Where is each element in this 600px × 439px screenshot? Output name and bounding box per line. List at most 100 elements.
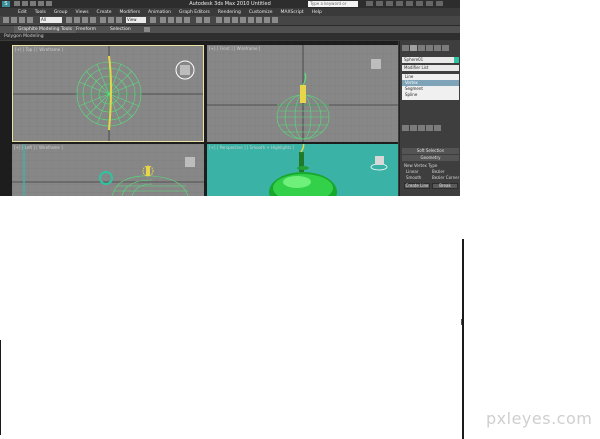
menu-views[interactable]: Views [76, 10, 89, 15]
minimize-icon[interactable] [416, 1, 423, 6]
object-color-swatch[interactable] [454, 57, 459, 63]
radio-bezier-corner[interactable]: Bezier Corner [432, 175, 459, 180]
communication-icon[interactable] [386, 1, 393, 6]
object-name-field[interactable]: Sphere01 [402, 57, 459, 63]
geometry-rollout[interactable]: Geometry [402, 155, 459, 161]
menu-animation[interactable]: Animation [148, 10, 171, 15]
ribbon-options-icon[interactable] [144, 27, 150, 32]
subscription-icon[interactable] [376, 1, 383, 6]
tab-selection[interactable]: Selection [110, 26, 131, 33]
left-edge-line [0, 340, 1, 435]
close-icon[interactable] [436, 1, 443, 6]
viewport-area: [+] [ Top ] [ Wireframe ] [+] [Front] … [0, 41, 398, 196]
radio-smooth[interactable]: Smooth [406, 175, 421, 180]
show-end-result-icon[interactable] [410, 125, 417, 131]
scrollbar-track [462, 239, 464, 439]
break-button[interactable]: Break [432, 183, 458, 189]
menu-tools[interactable]: Tools [35, 10, 46, 15]
maximize-icon[interactable] [426, 1, 433, 6]
snap-icon[interactable] [168, 17, 174, 23]
viewport-front-label[interactable]: [+] [ Front ] [ Wireframe ] [209, 46, 260, 51]
modifier-stack: Line Vertex Segment Spline [402, 74, 459, 100]
rendered-frame-icon[interactable] [264, 17, 270, 23]
selection-filter-dropdown[interactable]: All [40, 17, 62, 23]
graphite-toggle-icon[interactable] [224, 17, 230, 23]
viewport-top-label[interactable]: [+] [ Top ] [ Wireframe ] [15, 47, 63, 52]
select-move-icon[interactable] [100, 17, 106, 23]
help-icon[interactable] [406, 1, 413, 6]
viewport-front[interactable]: [+] [ Front ] [ Wireframe ] [207, 45, 398, 142]
search-input[interactable]: Type a keyword or phrase [308, 1, 358, 12]
menu-maxscript[interactable]: MAXScript [281, 10, 304, 15]
viewport-top[interactable]: [+] [ Top ] [ Wireframe ] [12, 45, 204, 142]
unlink-icon[interactable] [27, 17, 33, 23]
layer-manager-icon[interactable] [216, 17, 222, 23]
open-file-icon[interactable] [22, 1, 28, 6]
redo-icon[interactable] [46, 1, 52, 6]
mirror-icon[interactable] [196, 17, 202, 23]
manipulate-icon[interactable] [160, 17, 166, 23]
viewport-perspective[interactable]: [+] [ Perspective ] [ Smooth + Highlight… [207, 144, 398, 196]
undo-icon[interactable] [3, 17, 9, 23]
reference-coord-dropdown[interactable]: View [126, 17, 146, 23]
menu-rendering[interactable]: Rendering [218, 10, 241, 15]
viewport-perspective-label[interactable]: [+] [ Perspective ] [ Smooth + Highlight… [209, 145, 294, 150]
select-scale-icon[interactable] [116, 17, 122, 23]
make-unique-icon[interactable] [418, 125, 425, 131]
select-rotate-icon[interactable] [108, 17, 114, 23]
search-icon[interactable] [366, 1, 373, 6]
viewport-left-label[interactable]: [+] [ Left ] [ Wireframe ] [14, 145, 63, 150]
modify-tab-icon[interactable] [410, 45, 417, 51]
menu-edit[interactable]: Edit [18, 10, 27, 15]
radio-linear[interactable]: Linear [406, 169, 418, 174]
modifier-list-dropdown[interactable]: Modifier List [402, 65, 459, 71]
tab-freeform[interactable]: Freeform [76, 26, 96, 33]
utilities-tab-icon[interactable] [442, 45, 449, 51]
stack-item-spline[interactable]: Spline [402, 92, 459, 98]
percent-snap-icon[interactable] [184, 17, 190, 23]
menu-create[interactable]: Create [97, 10, 112, 15]
motion-tab-icon[interactable] [426, 45, 433, 51]
tab-graphite-modeling[interactable]: Graphite Modeling Tools [14, 26, 77, 33]
link-icon[interactable] [19, 17, 25, 23]
ribbon-panel: Polygon Modeling [0, 33, 460, 40]
hierarchy-tab-icon[interactable] [418, 45, 425, 51]
vertical-scrollbar-fragment[interactable] [461, 239, 464, 439]
menu-group[interactable]: Group [54, 10, 68, 15]
select-object-icon[interactable] [66, 17, 72, 23]
create-tab-icon[interactable] [402, 45, 409, 51]
polygon-modeling-panel[interactable]: Polygon Modeling [4, 33, 44, 40]
title-bar: S Autodesk 3ds Max 2010 Untitled Type a … [0, 0, 460, 12]
radio-bezier[interactable]: Bezier [432, 169, 445, 174]
soft-selection-rollout[interactable]: Soft Selection [402, 148, 459, 154]
menu-help[interactable]: Help [312, 10, 322, 15]
rect-selection-icon[interactable] [82, 17, 88, 23]
pivot-icon[interactable] [150, 17, 156, 23]
scrollbar-thumb[interactable] [461, 319, 462, 325]
material-editor-icon[interactable] [248, 17, 254, 23]
undo-icon[interactable] [38, 1, 44, 6]
new-file-icon[interactable] [14, 1, 20, 6]
render-setup-icon[interactable] [256, 17, 262, 23]
select-by-name-icon[interactable] [74, 17, 80, 23]
pin-stack-icon[interactable] [402, 125, 409, 131]
redo-icon[interactable] [11, 17, 17, 23]
menu-modifiers[interactable]: Modifiers [120, 10, 141, 15]
save-icon[interactable] [30, 1, 36, 6]
main-toolbar: All View [0, 16, 460, 26]
create-line-button[interactable]: Create Line [404, 183, 430, 189]
menu-customize[interactable]: Customize [249, 10, 273, 15]
configure-sets-icon[interactable] [434, 125, 441, 131]
display-tab-icon[interactable] [434, 45, 441, 51]
favorites-icon[interactable] [396, 1, 403, 6]
schematic-view-icon[interactable] [240, 17, 246, 23]
remove-modifier-icon[interactable] [426, 125, 433, 131]
align-icon[interactable] [204, 17, 210, 23]
menu-graph-editors[interactable]: Graph Editors [179, 10, 210, 15]
render-teapot-icon[interactable] [272, 17, 278, 23]
app-logo-icon[interactable]: S [2, 1, 10, 7]
viewport-left[interactable]: [+] [ Left ] [ Wireframe ] [12, 144, 204, 196]
window-crossing-icon[interactable] [90, 17, 96, 23]
angle-snap-icon[interactable] [176, 17, 182, 23]
curve-editor-icon[interactable] [232, 17, 238, 23]
